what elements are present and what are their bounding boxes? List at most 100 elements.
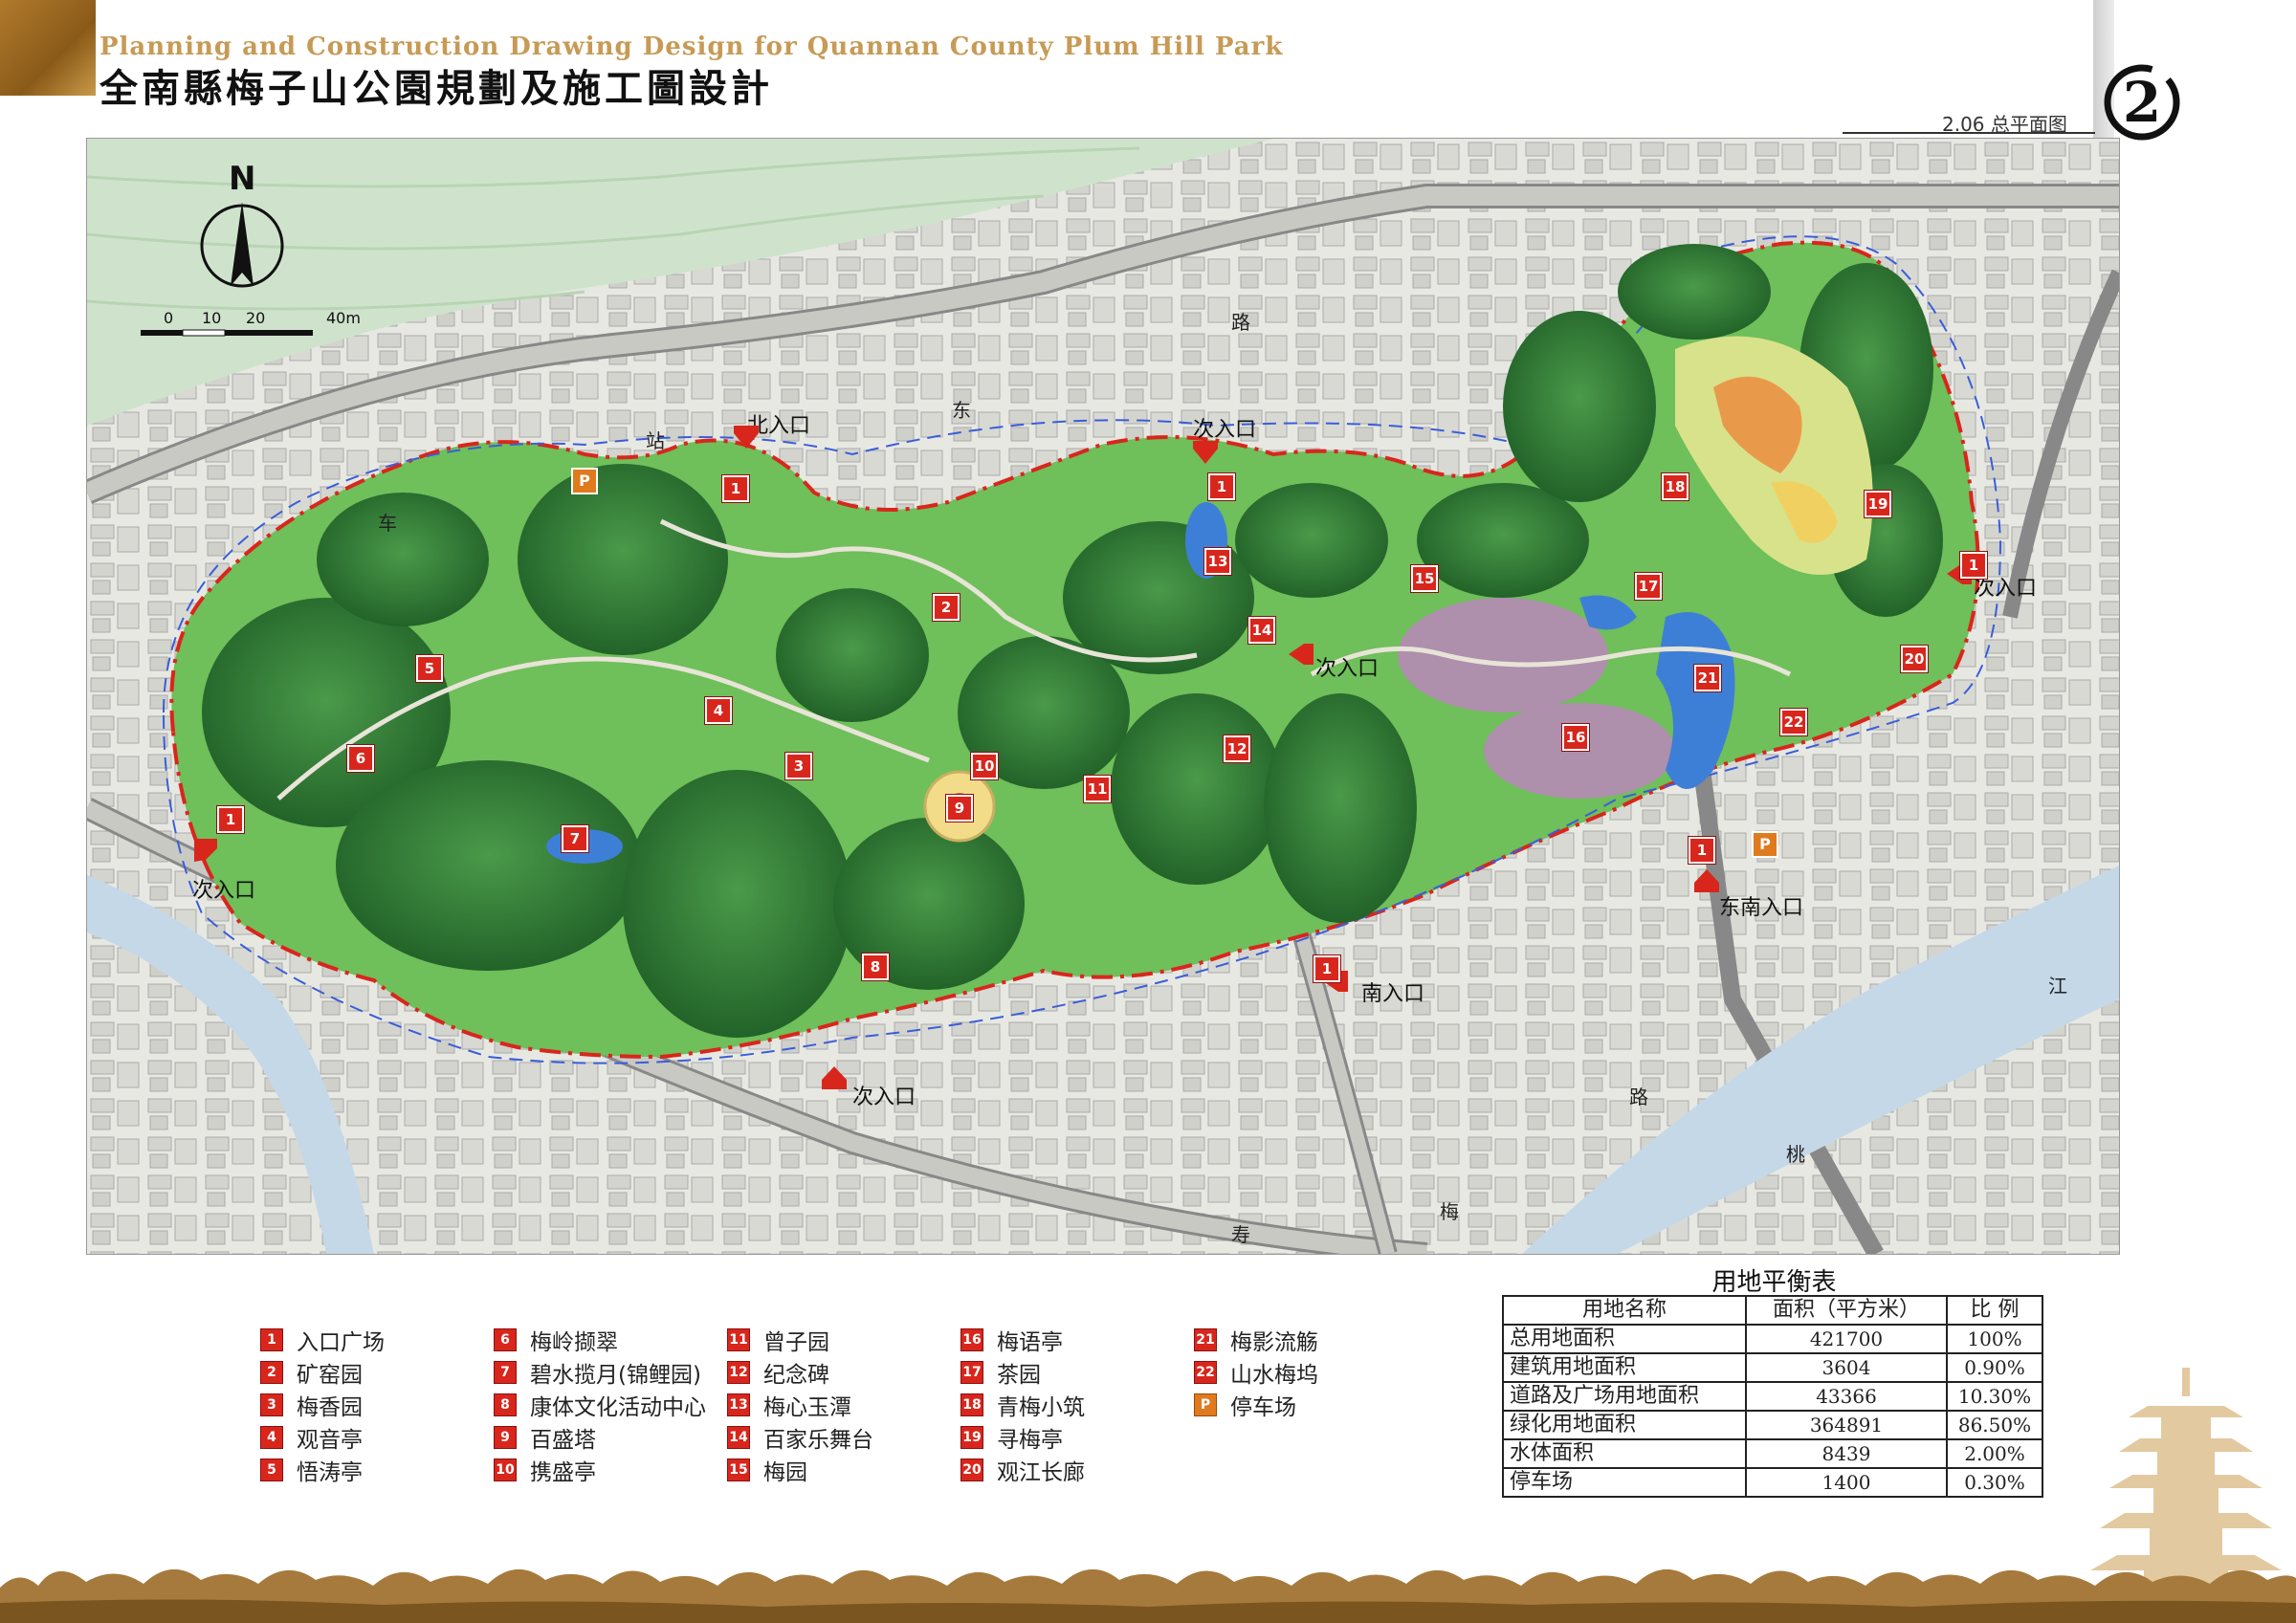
legend-label: 梅园: [763, 1460, 807, 1485]
entrance-southeast-label: 东南入口: [1719, 896, 1804, 920]
north-label: N: [229, 160, 256, 198]
site-plan-drawing: [87, 139, 2119, 1254]
map-marker-5: 5: [416, 655, 443, 682]
legend-item: 1 入口广场: [260, 1326, 385, 1355]
legend-item: 19 寻梅亭: [960, 1423, 1063, 1453]
balance-table-title: 用地平衡表: [1711, 1268, 1837, 1297]
map-marker-17: 17: [1635, 573, 1662, 600]
table-cell: 2.00%: [1946, 1438, 2043, 1469]
entrance-arrow-icon: [194, 839, 217, 862]
map-marker-19: 19: [1865, 491, 1891, 517]
title-chinese: 全南縣梅子山公園規劃及施工圖設計: [99, 66, 773, 111]
map-marker-1: 1: [1314, 955, 1340, 982]
legend-label: 梅香园: [297, 1395, 363, 1420]
scale-tick-10: 10: [202, 309, 222, 327]
entrance-secondary-label: 次入口: [852, 1086, 916, 1109]
legend-badge: 7: [494, 1361, 517, 1384]
scale-bar: [141, 329, 313, 337]
table-cell: 绿化用地面积: [1502, 1410, 1747, 1440]
legend-item: 8 康体文化活动中心: [494, 1391, 706, 1420]
entrance-arrow-icon: [1289, 644, 1314, 665]
legend-badge: 17: [960, 1361, 983, 1384]
map-marker-1: 1: [217, 806, 244, 833]
north-arrow-icon: [200, 202, 284, 288]
map-marker-4: 4: [705, 697, 732, 724]
legend-item: P 停车场: [1194, 1391, 1296, 1420]
legend-badge: 12: [727, 1361, 750, 1384]
entrance-arrow-icon: [734, 426, 759, 449]
legend: 1 入口广场 2 矿窑园 3 梅香园 4 观音亭 5 悟涛亭 6 梅岭撷翠 7 碧水揽月(锦鲤…: [260, 1326, 1341, 1498]
legend-badge: 15: [727, 1459, 750, 1481]
table-cell: 0.30%: [1946, 1467, 2043, 1498]
legend-item: 21 梅影流觞: [1194, 1326, 1318, 1355]
table-cell: 10.30%: [1946, 1381, 2043, 1412]
table-row: 绿化用地面积 364891 86.50%: [1502, 1410, 2043, 1440]
map-marker-16: 16: [1562, 724, 1589, 751]
map-marker-22: 22: [1780, 709, 1807, 735]
legend-label: 观江长廊: [997, 1460, 1085, 1485]
table-header-row: 用地名称 面积（平方米） 比 例: [1502, 1295, 2043, 1326]
table-cell: 1400: [1745, 1467, 1948, 1498]
map-marker-9: 9: [946, 795, 973, 822]
table-cell: 364891: [1745, 1410, 1948, 1440]
column-header: 面积（平方米）: [1745, 1295, 1948, 1326]
legend-badge: 10: [494, 1459, 517, 1481]
table-row: 停车场 1400 0.30%: [1502, 1467, 2043, 1498]
legend-item: 10 携盛亭: [494, 1456, 596, 1485]
legend-label: 观音亭: [297, 1428, 363, 1453]
map-marker-18: 18: [1662, 473, 1689, 500]
map-marker-12: 12: [1224, 735, 1250, 762]
legend-badge: 13: [727, 1393, 750, 1416]
table-row: 建筑用地面积 3604 0.90%: [1502, 1352, 2043, 1383]
header-corner-decoration: [0, 0, 96, 96]
road-label: 路: [1231, 311, 1250, 334]
table-cell: 100%: [1946, 1324, 2043, 1354]
entrance-secondary-label: 次入口: [1315, 657, 1380, 681]
map-marker-3: 3: [785, 753, 812, 779]
legend-badge: 14: [727, 1426, 750, 1449]
legend-badge-parking: P: [1194, 1393, 1217, 1416]
legend-label: 停车场: [1230, 1395, 1296, 1420]
map-marker-13: 13: [1204, 548, 1231, 575]
land-balance-table: 用地名称 面积（平方米） 比 例 总用地面积 421700 100% 建筑用地面…: [1502, 1295, 2043, 1498]
legend-badge: 4: [260, 1426, 283, 1449]
map-marker-1: 1: [1689, 837, 1715, 864]
map-marker-1: 1: [1208, 473, 1235, 500]
map-marker-21: 21: [1694, 665, 1721, 691]
entrance-secondary-label: 次入口: [192, 879, 256, 903]
legend-item: 7 碧水揽月(锦鲤园): [494, 1358, 701, 1388]
legend-label: 碧水揽月(锦鲤园): [530, 1363, 701, 1388]
page-number: 2: [2122, 70, 2162, 135]
table-row: 道路及广场用地面积 43366 10.30%: [1502, 1381, 2043, 1412]
entrance-arrow-icon: [822, 1066, 847, 1089]
legend-badge: 18: [960, 1393, 983, 1416]
legend-label: 山水梅坞: [1230, 1363, 1318, 1388]
site-plan-map: N 0 10 20 40m 站 车 东 路 路 梅 寿 桃 江 北入口 次入口 …: [86, 138, 2120, 1255]
table-cell: 86.50%: [1946, 1410, 2043, 1440]
entrance-secondary-label: 次入口: [1193, 418, 1257, 442]
road-label: 江: [2048, 975, 2067, 998]
scale-tick-40m: 40m: [326, 309, 361, 327]
legend-label: 悟涛亭: [297, 1460, 363, 1485]
legend-badge: 6: [494, 1328, 517, 1351]
legend-label: 矿窑园: [297, 1363, 363, 1388]
legend-label: 梅影流觞: [1230, 1330, 1318, 1355]
table-cell: 停车场: [1502, 1467, 1747, 1498]
entrance-south-label: 南入口: [1361, 982, 1425, 1006]
map-marker-10: 10: [971, 753, 998, 779]
legend-label: 纪念碑: [763, 1363, 829, 1388]
road-label: 梅: [1440, 1200, 1459, 1223]
map-marker-11: 11: [1084, 776, 1111, 802]
legend-label: 梅语亭: [997, 1330, 1063, 1355]
entrance-arrow-icon: [1193, 441, 1218, 464]
table-cell: 0.90%: [1946, 1352, 2043, 1383]
legend-badge: 22: [1194, 1361, 1217, 1384]
legend-label: 茶园: [997, 1363, 1041, 1388]
legend-item: 12 纪念碑: [727, 1358, 829, 1388]
legend-badge: 3: [260, 1393, 283, 1416]
road-label: 路: [1629, 1086, 1648, 1108]
legend-item: 13 梅心玉潭: [727, 1391, 851, 1420]
road-label: 东: [952, 399, 971, 422]
footer-ornament: [0, 1568, 2296, 1623]
map-marker-6: 6: [347, 745, 374, 772]
